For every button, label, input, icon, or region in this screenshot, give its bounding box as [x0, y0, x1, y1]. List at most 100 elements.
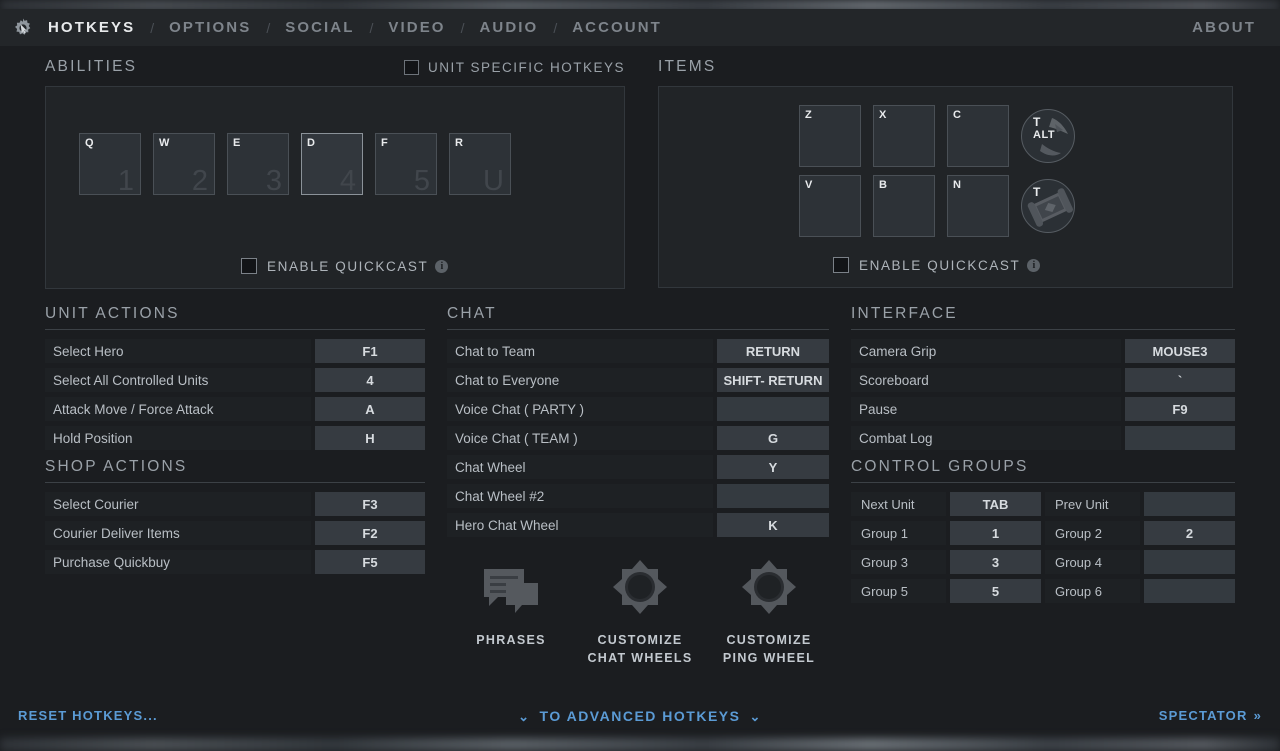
- reset-hotkeys-button[interactable]: RESET HOTKEYS...: [18, 708, 158, 723]
- table-row: Chat to Team RETURN: [447, 339, 829, 363]
- spectator-button[interactable]: SPECTATOR »: [1159, 708, 1262, 723]
- item-slot-key: T: [1033, 185, 1041, 199]
- tab-social[interactable]: SOCIAL: [283, 19, 356, 36]
- item-slot-modifier: ALT: [1033, 129, 1056, 141]
- keybind-button[interactable]: MOUSE3: [1125, 339, 1235, 363]
- keybind-button[interactable]: F1: [315, 339, 425, 363]
- speech-bubbles-icon: [480, 560, 542, 622]
- item-slot-v[interactable]: V: [799, 175, 861, 237]
- tab-options[interactable]: OPTIONS: [167, 19, 253, 36]
- item-slots-row-1: Z X C T ALT: [799, 105, 1075, 167]
- ability-slot-w[interactable]: W 2: [153, 133, 215, 197]
- table-row: Attack Move / Force Attack A: [45, 397, 425, 421]
- table-row: Chat to Everyone SHIFT- RETURN: [447, 368, 829, 392]
- item-slot-x[interactable]: X: [873, 105, 935, 167]
- table-row: Next Unit TAB Prev Unit: [851, 492, 1235, 516]
- keybind-button[interactable]: 5: [950, 579, 1041, 603]
- table-row: Courier Deliver Items F2: [45, 521, 425, 545]
- keybind-button[interactable]: F5: [315, 550, 425, 574]
- ability-slot-number: 2: [191, 165, 208, 197]
- item-slots-row-2: V B N T: [799, 175, 1075, 237]
- keybind-button[interactable]: [1144, 579, 1235, 603]
- row-label: Prev Unit: [1045, 492, 1141, 516]
- keybind-button[interactable]: [1125, 426, 1235, 450]
- keybind-button[interactable]: F2: [315, 521, 425, 545]
- shop-actions-title: SHOP ACTIONS: [45, 458, 188, 475]
- row-label: Group 3: [851, 550, 947, 574]
- keybind-button[interactable]: 3: [950, 550, 1041, 574]
- keybind-button[interactable]: [717, 484, 829, 508]
- table-row: Pause F9: [851, 397, 1235, 421]
- ability-slot-number: 3: [265, 165, 282, 197]
- keybind-button[interactable]: TAB: [950, 492, 1041, 516]
- item-slot-b[interactable]: B: [873, 175, 935, 237]
- settings-gear-button[interactable]: [0, 9, 46, 46]
- customize-chat-wheels-button[interactable]: CUSTOMIZE CHAT WHEELS: [584, 560, 696, 667]
- abilities-quickcast-checkbox[interactable]: ENABLE QUICKCAST i: [241, 258, 449, 274]
- keybind-button[interactable]: A: [315, 397, 425, 421]
- keybind-button[interactable]: [1144, 550, 1235, 574]
- table-row: Group 1 1 Group 2 2: [851, 521, 1235, 545]
- info-icon[interactable]: i: [1027, 258, 1041, 272]
- keybind-button[interactable]: Y: [717, 455, 829, 479]
- chevron-down-icon: ⌄: [749, 709, 762, 724]
- ping-wheel-icon: [738, 560, 800, 622]
- table-row: Group 5 5 Group 6: [851, 579, 1235, 603]
- row-label: Group 1: [851, 521, 947, 545]
- ability-slot-r[interactable]: R U: [449, 133, 511, 196]
- ability-slot-e[interactable]: E 3: [227, 133, 289, 197]
- divider: [45, 329, 425, 330]
- customize-ping-wheel-button[interactable]: CUSTOMIZE PING WHEEL: [713, 560, 825, 667]
- item-slot-key: X: [879, 109, 887, 121]
- tab-video[interactable]: VIDEO: [386, 19, 447, 36]
- keybind-button[interactable]: 1: [950, 521, 1041, 545]
- row-label: Next Unit: [851, 492, 947, 516]
- item-slot-c[interactable]: C: [947, 105, 1009, 167]
- ability-slot-q[interactable]: Q 1: [79, 133, 141, 196]
- tab-hotkeys[interactable]: HOTKEYS: [46, 19, 137, 36]
- keybind-button[interactable]: F9: [1125, 397, 1235, 421]
- keybind-button[interactable]: G: [717, 426, 829, 450]
- info-icon[interactable]: i: [435, 259, 449, 273]
- customize-chat-wheels-label: CUSTOMIZE CHAT WHEELS: [587, 633, 693, 666]
- keybind-button[interactable]: `: [1125, 368, 1235, 392]
- item-slot-neutral[interactable]: T: [1021, 179, 1075, 233]
- items-quickcast-label: ENABLE QUICKCAST: [859, 257, 1021, 273]
- tab-account[interactable]: ACCOUNT: [570, 19, 664, 36]
- item-slot-z[interactable]: Z: [799, 105, 861, 167]
- row-label: Select Courier: [45, 492, 311, 516]
- keybind-button[interactable]: SHIFT- RETURN: [717, 368, 829, 392]
- table-row: Group 3 3 Group 4: [851, 550, 1235, 574]
- items-title: ITEMS: [658, 58, 717, 75]
- item-slot-tp-scroll[interactable]: T ALT: [1021, 109, 1075, 163]
- unit-specific-hotkeys-checkbox[interactable]: UNIT SPECIFIC HOTKEYS: [403, 59, 625, 75]
- ability-slot-d[interactable]: D 4: [301, 133, 363, 196]
- keybind-button[interactable]: 2: [1144, 521, 1235, 545]
- keybind-button[interactable]: K: [717, 513, 829, 537]
- row-label: Group 5: [851, 579, 947, 603]
- tab-audio[interactable]: AUDIO: [477, 19, 540, 36]
- keybind-button[interactable]: F3: [315, 492, 425, 516]
- top-navigation-bar: HOTKEYS / OPTIONS / SOCIAL / VIDEO / AUD…: [0, 9, 1280, 46]
- to-advanced-hotkeys-label: TO ADVANCED HOTKEYS: [539, 708, 741, 724]
- keybind-button[interactable]: [717, 397, 829, 421]
- items-quickcast-checkbox[interactable]: ENABLE QUICKCAST i: [833, 257, 1041, 273]
- table-row: Combat Log: [851, 426, 1235, 450]
- keybind-button[interactable]: RETURN: [717, 339, 829, 363]
- keybind-button[interactable]: [1144, 492, 1235, 516]
- customize-ping-wheel-label: CUSTOMIZE PING WHEEL: [722, 633, 816, 666]
- item-slot-n[interactable]: N: [947, 175, 1009, 237]
- ability-slot-f[interactable]: F 5: [375, 133, 437, 196]
- nav-tabs: HOTKEYS / OPTIONS / SOCIAL / VIDEO / AUD…: [46, 9, 664, 46]
- hotkeys-settings-screen: HOTKEYS / OPTIONS / SOCIAL / VIDEO / AUD…: [0, 0, 1280, 751]
- tab-about[interactable]: ABOUT: [1190, 19, 1258, 36]
- row-label: Chat to Everyone: [447, 368, 713, 392]
- to-advanced-hotkeys-button[interactable]: ⌄ TO ADVANCED HOTKEYS ⌄: [509, 708, 771, 725]
- ability-slot-key: E: [233, 137, 241, 149]
- row-label: Group 4: [1045, 550, 1141, 574]
- keybind-button[interactable]: H: [315, 426, 425, 450]
- chat-wheel-icon: [609, 560, 671, 622]
- keybind-button[interactable]: 4: [315, 368, 425, 392]
- interface-column: INTERFACE Camera Grip MOUSE3 Scoreboard …: [851, 305, 1235, 608]
- phrases-button[interactable]: PHRASES: [455, 560, 567, 667]
